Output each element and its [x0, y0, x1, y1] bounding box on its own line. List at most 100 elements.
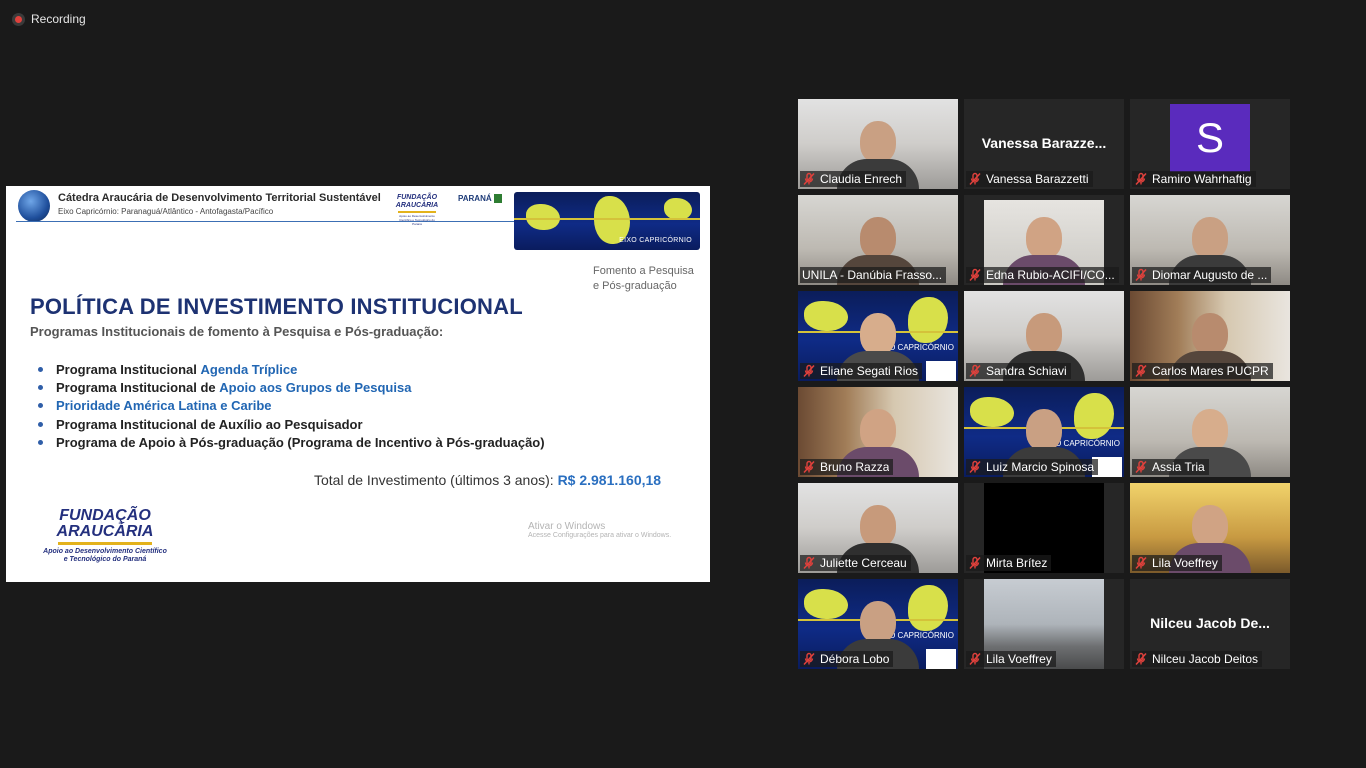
participant-name: Débora Lobo	[820, 652, 890, 666]
participant-tile[interactable]: Edna Rubio-ACIFI/CO...	[964, 195, 1124, 285]
muted-mic-icon	[969, 460, 981, 474]
participant-name: Diomar Augusto de ...	[1152, 268, 1268, 282]
bullet-text: Programa Institucional	[56, 361, 197, 377]
slide-tag: Fomento a Pesquisa e Pós-graduação	[593, 264, 694, 294]
logo-tagline-2: e Tecnológico do Paraná	[63, 556, 147, 563]
participant-name: Eliane Segati Rios	[820, 364, 919, 378]
meeting-window: Recording Cátedra Araucária de Desenvolv…	[0, 0, 1366, 768]
participant-tile[interactable]: EIXO CAPRICÓRNIO Débora Lobo	[798, 579, 958, 669]
logo-tagline: Apoio ao Desenvolvimento Científico e Te…	[399, 214, 435, 226]
participant-tile[interactable]: Assia Tria	[1130, 387, 1290, 477]
parana-logo-text: PARANÁ	[458, 194, 492, 203]
participant-name-label: Edna Rubio-ACIFI/CO...	[966, 267, 1119, 283]
globe-logo-icon	[18, 190, 50, 222]
participant-name: Luiz Marcio Spinosa	[986, 460, 1095, 474]
muted-mic-icon	[969, 364, 981, 378]
slide-title: POLÍTICA DE INVESTIMENTO INSTITUCIONAL	[30, 294, 523, 319]
recording-indicator[interactable]: Recording	[12, 12, 86, 26]
bullet-dot-icon	[38, 384, 43, 390]
logo-tagline-1: Apoio ao Desenvolvimento Científico	[43, 548, 167, 555]
participant-name: Assia Tria	[1152, 460, 1205, 474]
bullet-dot-icon	[38, 421, 43, 427]
logo-word-fundacao: FUNDAÇÃO	[396, 194, 438, 201]
muted-mic-icon	[1135, 268, 1147, 282]
participant-name: Nilceu Jacob Deitos	[1152, 652, 1259, 666]
participant-tile[interactable]: Lila Voeffrey	[964, 579, 1124, 669]
bullet-text: Programa Institucional de	[56, 379, 216, 395]
participant-tile[interactable]: Sandra Schiavi	[964, 291, 1124, 381]
shared-screen-slide: Cátedra Araucária de Desenvolvimento Ter…	[6, 186, 710, 582]
participant-name: Edna Rubio-ACIFI/CO...	[986, 268, 1115, 282]
bullet-item: Prioridade América Latina e Caribe	[38, 397, 545, 415]
logo-word-araucaria: ARAUCÁRIA	[395, 202, 439, 209]
participant-tile[interactable]: UNILA - Danúbia Frasso...	[798, 195, 958, 285]
bullet-item: Programa Institucional de Apoio aos Grup…	[38, 378, 545, 396]
participant-tile[interactable]: Claudia Enrech	[798, 99, 958, 189]
participant-name-label: Bruno Razza	[800, 459, 894, 475]
bullet-dot-icon	[38, 403, 43, 409]
participant-name: Mirta Brítez	[986, 556, 1048, 570]
bullet-item: Programa Institucional de Auxílio ao Pes…	[38, 415, 545, 433]
participant-name: Sandra Schiavi	[986, 364, 1067, 378]
participant-name: Lila Voeffrey	[1152, 556, 1218, 570]
participant-name-label: Mirta Brítez	[966, 555, 1052, 571]
slide-tag-line-2: e Pós-graduação	[593, 280, 677, 292]
participant-name: Carlos Mares PUCPR	[1152, 364, 1269, 378]
fundacao-araucaria-logo-small: FUNDAÇÃO ARAUCÁRIA Apoio ao Desenvolvime…	[394, 194, 440, 226]
participant-name: UNILA - Danúbia Frasso...	[802, 268, 943, 282]
watermark-line-2: Acesse Configurações para ativar o Windo…	[528, 532, 672, 539]
watermark-line-1: Ativar o Windows	[528, 521, 606, 532]
bullet-text: Programa Institucional de Auxílio ao Pes…	[56, 416, 363, 432]
muted-mic-icon	[803, 652, 815, 666]
muted-mic-icon	[969, 172, 981, 186]
muted-mic-icon	[1135, 652, 1147, 666]
participant-tile[interactable]: Lila Voeffrey	[1130, 483, 1290, 573]
slide-header-title: Cátedra Araucária de Desenvolvimento Ter…	[58, 192, 381, 204]
participant-name: Vanessa Barazzetti	[986, 172, 1089, 186]
muted-mic-icon	[803, 460, 815, 474]
participant-name: Juliette Cerceau	[820, 556, 907, 570]
participant-tile[interactable]: Diomar Augusto de ...	[1130, 195, 1290, 285]
participant-tile[interactable]: S Ramiro Wahrhaftig	[1130, 99, 1290, 189]
participant-name-label: Lila Voeffrey	[966, 651, 1056, 667]
participant-tile[interactable]: Mirta Brítez	[964, 483, 1124, 573]
bullet-text: Programa de Apoio à Pós-graduação (Progr…	[56, 434, 545, 450]
bullet-item: Programa de Apoio à Pós-graduação (Progr…	[38, 433, 545, 451]
recording-label: Recording	[31, 12, 86, 26]
participant-tile[interactable]: EIXO CAPRICÓRNIO Luiz Marcio Spinosa	[964, 387, 1124, 477]
participant-gallery: Claudia Enrech Vanessa Barazze... Vanessa …	[798, 99, 1290, 669]
slide-header-subtitle: Eixo Capricórnio: Paranaguá/Atlântico - …	[58, 207, 274, 216]
logo-word-araucaria: ARAUCÁRIA	[56, 523, 154, 540]
participant-display-name: Nilceu Jacob De...	[1150, 615, 1270, 631]
participant-tile[interactable]: Carlos Mares PUCPR	[1130, 291, 1290, 381]
bullet-list: Programa Institucional Agenda Tríplice P…	[38, 360, 545, 451]
participant-name-label: UNILA - Danúbia Frasso...	[800, 267, 947, 283]
participant-name-label: Claudia Enrech	[800, 171, 907, 187]
bullet-highlight: Agenda Tríplice	[200, 361, 298, 377]
fundacao-araucaria-logo: FUNDAÇÃO ARAUCÁRIA Apoio ao Desenvolvime…	[32, 508, 178, 564]
total-amount: R$ 2.981.160,18	[557, 472, 662, 488]
participant-tile[interactable]: EIXO CAPRICÓRNIO Eliane Segati Rios	[798, 291, 958, 381]
participant-tile[interactable]: Juliette Cerceau	[798, 483, 958, 573]
participant-name-label: Assia Tria	[1132, 459, 1209, 475]
participant-name-label: Juliette Cerceau	[800, 555, 911, 571]
participant-name-label: Vanessa Barazzetti	[966, 171, 1093, 187]
bullet-highlight: Apoio aos Grupos de Pesquisa	[219, 379, 412, 395]
bullet-item: Programa Institucional Agenda Tríplice	[38, 360, 545, 378]
total-label: Total de Investimento (últimos 3 anos):	[314, 472, 558, 488]
muted-mic-icon	[969, 652, 981, 666]
bullet-dot-icon	[38, 366, 43, 372]
participant-tile[interactable]: Vanessa Barazze... Vanessa Barazzetti	[964, 99, 1124, 189]
muted-mic-icon	[1135, 460, 1147, 474]
slide-subtitle: Programas Institucionais de fomento à Pe…	[30, 324, 444, 339]
participant-name-label: Ramiro Wahrhaftig	[1132, 171, 1256, 187]
participant-name: Ramiro Wahrhaftig	[1152, 172, 1252, 186]
parana-logo: PARANÁ	[458, 194, 504, 203]
record-icon	[12, 12, 25, 26]
eixo-capricornio-banner: EIXO CAPRICÓRNIO	[514, 192, 700, 250]
muted-mic-icon	[803, 172, 815, 186]
bullet-dot-icon	[38, 439, 43, 445]
participant-tile[interactable]: Bruno Razza	[798, 387, 958, 477]
participant-tile[interactable]: Nilceu Jacob De... Nilceu Jacob Deitos	[1130, 579, 1290, 669]
participant-name-label: Luiz Marcio Spinosa	[966, 459, 1099, 475]
